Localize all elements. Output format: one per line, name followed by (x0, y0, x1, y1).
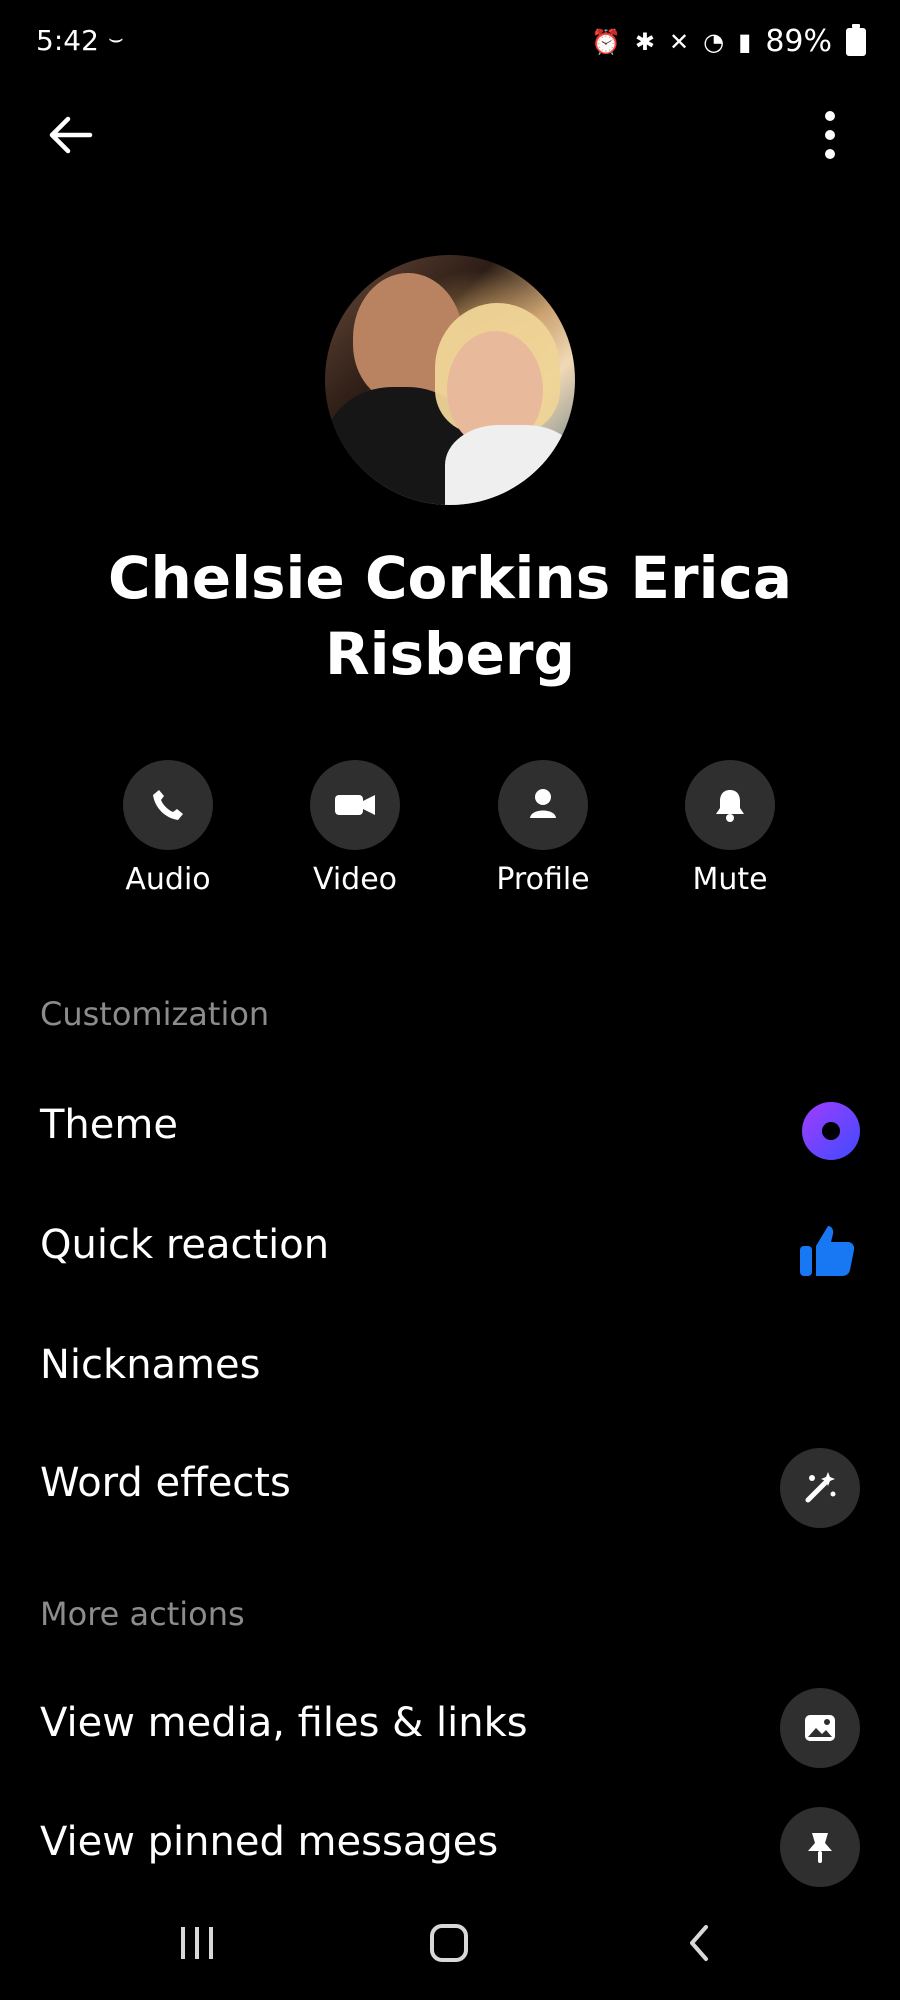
more-vertical-icon (825, 111, 835, 159)
home-button[interactable] (404, 1908, 494, 1978)
theme-row[interactable]: Theme (0, 1080, 900, 1176)
video-call-button[interactable]: Video (285, 760, 425, 897)
video-camera-icon (335, 795, 375, 815)
view-pinned-row[interactable]: View pinned messages (0, 1797, 900, 1893)
contact-name: Chelsie Corkins Erica Risberg (107, 544, 793, 688)
back-button[interactable] (35, 100, 105, 170)
magic-wand-icon (805, 1472, 836, 1503)
video-label: Video (312, 862, 398, 897)
signal-icon: ▮ (738, 27, 752, 56)
profile-button[interactable]: Profile (473, 760, 613, 897)
audio-call-button[interactable]: Audio (98, 760, 238, 897)
thumbs-up-icon (800, 1226, 855, 1276)
view-pinned-label: View pinned messages (40, 1819, 499, 1865)
status-icons: ⏰ ✱ ✕ ◔ ▮ 89% (591, 23, 866, 59)
nicknames-row[interactable]: Nicknames (0, 1320, 900, 1416)
view-media-label: View media, files & links (40, 1700, 528, 1746)
view-media-row[interactable]: View media, files & links (0, 1678, 900, 1774)
status-time: 5:42 (36, 24, 99, 57)
audio-label: Audio (125, 862, 211, 897)
recent-apps-icon (181, 1927, 213, 1959)
pin-icon (808, 1833, 832, 1863)
wifi-icon: ◔ (703, 27, 725, 56)
avatar[interactable] (325, 255, 575, 505)
home-icon (430, 1924, 468, 1962)
recent-apps-button[interactable] (152, 1908, 242, 1978)
customization-section-title: Customization (40, 995, 270, 1033)
word-effects-label: Word effects (40, 1460, 291, 1506)
battery-percent: 89% (765, 24, 832, 59)
phone-icon (153, 790, 183, 820)
battery-icon (846, 23, 866, 56)
image-icon (805, 1715, 835, 1741)
mute-button[interactable]: Mute (660, 760, 800, 897)
amazon-icon: ⌣ (108, 24, 124, 52)
back-navigation-button[interactable] (655, 1908, 745, 1978)
more-actions-section-title: More actions (40, 1595, 245, 1633)
quick-reaction-label: Quick reaction (40, 1222, 330, 1268)
quick-reaction-row[interactable]: Quick reaction (0, 1200, 900, 1296)
mute-label: Mute (692, 862, 768, 897)
bell-icon (716, 790, 744, 822)
status-bar: 5:42 ⌣ ⏰ ✱ ✕ ◔ ▮ 89% (0, 0, 900, 86)
alarm-icon: ⏰ (591, 27, 621, 56)
person-icon (530, 789, 556, 818)
quick-actions: Audio Video Profile Mute (0, 760, 900, 920)
nicknames-label: Nicknames (40, 1342, 261, 1388)
bluetooth-icon: ✱ (634, 27, 656, 56)
more-options-button[interactable] (795, 100, 865, 170)
arrow-left-icon (49, 116, 93, 154)
system-navigation-bar (0, 1888, 900, 2000)
word-effects-row[interactable]: Word effects (0, 1438, 900, 1534)
theme-color-icon (802, 1102, 860, 1160)
theme-label: Theme (40, 1102, 178, 1148)
chevron-left-icon (690, 1925, 708, 1961)
profile-label: Profile (496, 862, 590, 897)
mute-icon: ✕ (669, 27, 690, 56)
